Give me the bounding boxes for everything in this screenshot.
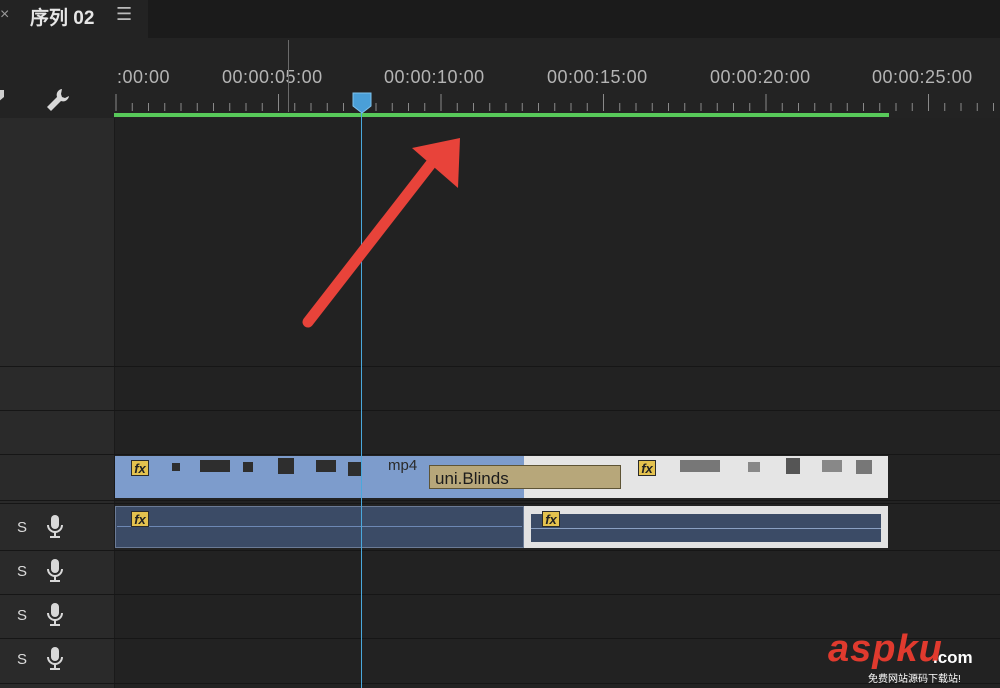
track-divider <box>0 500 1000 501</box>
solo-toggle-a4[interactable]: S <box>17 651 27 668</box>
wrench-icon[interactable] <box>44 86 72 114</box>
audio-volume-line[interactable] <box>117 526 522 527</box>
blurred-text <box>172 463 180 471</box>
blurred-text <box>822 460 842 472</box>
audio-clip-1[interactable] <box>115 506 524 548</box>
sequence-tab-title[interactable]: 序列 02 <box>30 3 94 30</box>
blurred-text <box>748 462 760 472</box>
track-divider <box>0 410 1000 411</box>
panel-tab-bar <box>0 0 1000 38</box>
solo-toggle-a3[interactable]: S <box>17 607 27 624</box>
microphone-icon[interactable] <box>46 646 64 672</box>
blurred-text <box>680 460 720 472</box>
marker-icon[interactable] <box>0 90 4 102</box>
ruler-label: 00:00:25:00 <box>872 67 973 87</box>
blurred-text <box>316 460 336 472</box>
fx-badge: fx <box>131 460 149 476</box>
ruler-label: 00:00:10:00 <box>384 67 485 87</box>
watermark-tagline: 免费网站源码下载站! <box>868 674 961 685</box>
track-divider <box>0 594 1000 595</box>
blurred-text <box>856 460 872 474</box>
blurred-text <box>243 462 253 472</box>
track-divider <box>0 550 1000 551</box>
solo-toggle-a1[interactable]: S <box>17 519 27 536</box>
blurred-text <box>200 460 230 472</box>
fx-badge: fx <box>542 511 560 527</box>
annotation-arrow-icon <box>302 138 460 328</box>
track-divider <box>0 366 1000 367</box>
fx-badge: fx <box>638 460 656 476</box>
transition-label: uni.Blinds <box>435 469 509 488</box>
ruler-label: :00:00 <box>117 67 171 87</box>
watermark-suffix: .com <box>933 648 973 667</box>
blurred-text <box>278 458 294 474</box>
ruler-label: 00:00:05:00 <box>222 67 323 87</box>
video-clip-1-name: mp4 <box>388 457 418 474</box>
playhead-icon[interactable] <box>352 92 372 114</box>
watermark-brand: aspku <box>828 628 943 670</box>
solo-toggle-a2[interactable]: S <box>17 563 27 580</box>
panel-menu-icon[interactable]: ☰ <box>116 4 132 25</box>
work-area-bar[interactable] <box>114 113 889 117</box>
ruler-label: 00:00:20:00 <box>710 67 811 87</box>
track-divider <box>0 503 1000 504</box>
blurred-text <box>786 458 800 474</box>
track-area[interactable] <box>115 118 1000 688</box>
blurred-text <box>348 462 362 476</box>
ruler-label: 00:00:15:00 <box>547 67 648 87</box>
microphone-icon[interactable] <box>46 514 64 540</box>
fx-badge: fx <box>131 511 149 527</box>
microphone-icon[interactable] <box>46 602 64 628</box>
sequence-start-line <box>288 40 289 112</box>
microphone-icon[interactable] <box>46 558 64 584</box>
track-divider <box>0 683 1000 684</box>
close-tab-button[interactable]: × <box>0 6 12 24</box>
audio-volume-line[interactable] <box>531 528 881 529</box>
track-divider <box>0 454 1000 455</box>
